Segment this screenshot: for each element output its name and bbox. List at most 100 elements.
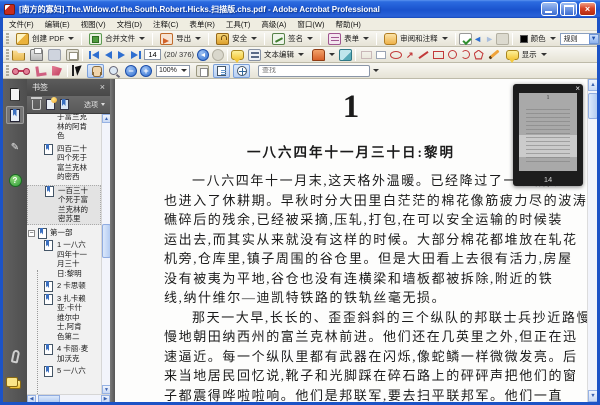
text-box-tool-icon[interactable]	[376, 50, 387, 59]
hand-tool-button[interactable]	[87, 63, 104, 78]
attachments-panel-button[interactable]	[6, 347, 24, 365]
scroll-right-icon[interactable]: ▶	[101, 395, 110, 402]
bookmark-item[interactable]: 5 一八六	[27, 366, 101, 377]
find-options-icon[interactable]	[373, 69, 379, 72]
menu-file[interactable]: 文件(F)	[9, 19, 34, 30]
menu-view[interactable]: 视图(V)	[81, 19, 106, 30]
menu-comments[interactable]: 注释(C)	[153, 19, 178, 30]
stamp-button[interactable]	[308, 48, 339, 62]
menu-help[interactable]: 帮助(H)	[336, 19, 361, 30]
marquee-zoom-icon[interactable]	[108, 65, 120, 77]
rule-style-dropdown[interactable]: 规则 ▼	[559, 32, 600, 45]
page-number-input[interactable]	[144, 49, 161, 60]
menu-tools[interactable]: 工具(T)	[226, 19, 251, 30]
page-preview-popup[interactable]: × 1 14	[513, 84, 583, 186]
zoom-level-dropdown[interactable]: 100%	[156, 64, 190, 77]
document-vertical-scrollbar[interactable]: ▲ ▼	[587, 79, 597, 402]
bookmarks-panel-button[interactable]	[6, 106, 24, 124]
next-page-button[interactable]	[115, 50, 128, 59]
bookmark-item-part1[interactable]: − 第一部	[27, 227, 101, 239]
sticky-note-icon[interactable]	[231, 49, 245, 63]
attach-file-icon[interactable]	[339, 48, 353, 61]
menu-window[interactable]: 窗口(W)	[297, 19, 324, 30]
forms-button[interactable]: 表单	[324, 32, 373, 46]
full-screen-button[interactable]	[233, 63, 250, 78]
bookmarks-options-button[interactable]: 选项	[84, 100, 105, 110]
bookmark-item[interactable]: 1 一八六四年十一月三十日:黎明	[27, 240, 101, 278]
show-comments-button[interactable]: 显示	[502, 48, 551, 63]
bookmark-item-selected[interactable]: 一百三十个死于富兰克林的密苏里	[27, 184, 101, 225]
bookmark-item[interactable]: 2 卡思顿	[27, 281, 101, 292]
single-page-view-button[interactable]	[213, 63, 230, 78]
minimize-button[interactable]	[541, 2, 558, 16]
first-page-button[interactable]	[86, 50, 102, 59]
select-tool-icon[interactable]	[71, 64, 83, 77]
distance-tool-icon[interactable]	[12, 67, 30, 75]
bookmarks-horizontal-scrollbar[interactable]: ◀ ▶	[27, 394, 110, 402]
dropdown-arrow-icon[interactable]: ▼	[588, 33, 599, 44]
zoom-out-button[interactable]: −	[125, 64, 137, 77]
polygon-tool-icon[interactable]	[473, 49, 484, 60]
text-line: 慢地朝田纳西州的富兰克林前进。他们还在几英里之外,但正在迅	[164, 329, 578, 344]
signatures-panel-button[interactable]: ✎	[6, 139, 24, 157]
pages-panel-button[interactable]	[6, 85, 24, 103]
open-file-icon[interactable]	[12, 50, 25, 61]
how-to-button[interactable]: ?	[6, 171, 24, 189]
sign-button[interactable]: 签名	[268, 32, 317, 46]
title-bar: [南方的寡妇].The.Widow.of.the.South.Robert.Hi…	[0, 0, 600, 18]
fit-page-icon[interactable]	[196, 64, 209, 77]
close-button[interactable]: ×	[579, 2, 596, 16]
create-pdf-button[interactable]: 创建 PDF	[12, 32, 78, 46]
expand-bookmark-icon[interactable]	[60, 99, 69, 110]
scroll-down-icon[interactable]: ▼	[588, 390, 597, 402]
area-tool-icon[interactable]	[52, 65, 62, 76]
perimeter-tool-icon[interactable]	[35, 64, 47, 77]
comments-panel-button[interactable]	[6, 375, 24, 393]
line-tool-icon[interactable]	[417, 50, 429, 59]
cloud-tool-icon[interactable]	[390, 50, 403, 59]
export-button[interactable]: 导出	[156, 32, 205, 46]
collapse-minus-icon[interactable]: −	[28, 229, 35, 237]
print-icon[interactable]	[30, 47, 43, 61]
bookmarks-vertical-scrollbar[interactable]: ▲ ▼	[101, 114, 111, 394]
menu-edit[interactable]: 编辑(E)	[45, 19, 70, 30]
combine-files-button[interactable]: 合并文件	[85, 32, 149, 46]
menu-forms[interactable]: 表单(R)	[189, 19, 214, 30]
last-page-button[interactable]	[128, 50, 144, 59]
secure-button[interactable]: 安全	[212, 32, 261, 46]
previous-view-button[interactable]	[197, 48, 210, 61]
zoom-in-button[interactable]: +	[140, 64, 152, 77]
close-preview-icon[interactable]: ×	[575, 85, 580, 93]
spellcheck-icon[interactable]	[458, 32, 472, 45]
review-comment-button[interactable]: 审阅和注释	[380, 32, 452, 46]
scroll-left-icon[interactable]: ◀	[27, 395, 36, 402]
toolbar-grip[interactable]	[6, 33, 9, 44]
arrow-tool-icon[interactable]: ↗	[406, 50, 414, 60]
rectangle-tool-icon[interactable]	[432, 50, 444, 59]
close-panel-icon[interactable]: ×	[100, 83, 105, 92]
bookmark-item[interactable]: 4 卡丽·麦加沃克	[27, 344, 101, 363]
menu-advanced[interactable]: 高级(A)	[261, 19, 286, 30]
delete-bookmark-icon[interactable]	[31, 96, 42, 110]
restore-button[interactable]	[560, 2, 577, 16]
scrollbar-thumb[interactable]	[37, 395, 60, 402]
toolbar-grip[interactable]	[6, 49, 9, 60]
oval-tool-icon[interactable]	[447, 50, 457, 59]
create-pdf-icon	[16, 32, 29, 45]
bookmark-item[interactable]: 3 扎卡赖亚·卡什维尔中士,阿肯色第二	[27, 293, 101, 342]
bookmark-item[interactable]: 四百二十四个死于富兰克林的密西	[27, 143, 101, 182]
menu-document[interactable]: 文档(D)	[117, 19, 142, 30]
bookmark-item[interactable]: 于富兰克林的阿肯色	[27, 114, 101, 141]
scrollbar-thumb[interactable]	[588, 93, 597, 119]
previous-page-button[interactable]	[102, 50, 115, 59]
pencil-tool-icon[interactable]	[488, 49, 500, 60]
arc-tool-icon[interactable]	[460, 50, 470, 59]
toolbar-grip[interactable]	[6, 65, 9, 76]
scroll-up-icon[interactable]: ▲	[588, 79, 597, 91]
text-edits-button[interactable]: 文本编辑	[244, 48, 308, 62]
snapshot-icon[interactable]	[66, 48, 79, 61]
find-input[interactable]	[258, 64, 370, 77]
undo-icon[interactable]: ◄	[472, 33, 484, 45]
new-bookmark-icon[interactable]	[46, 97, 57, 110]
color-picker-button[interactable]: 颜色	[516, 32, 560, 46]
